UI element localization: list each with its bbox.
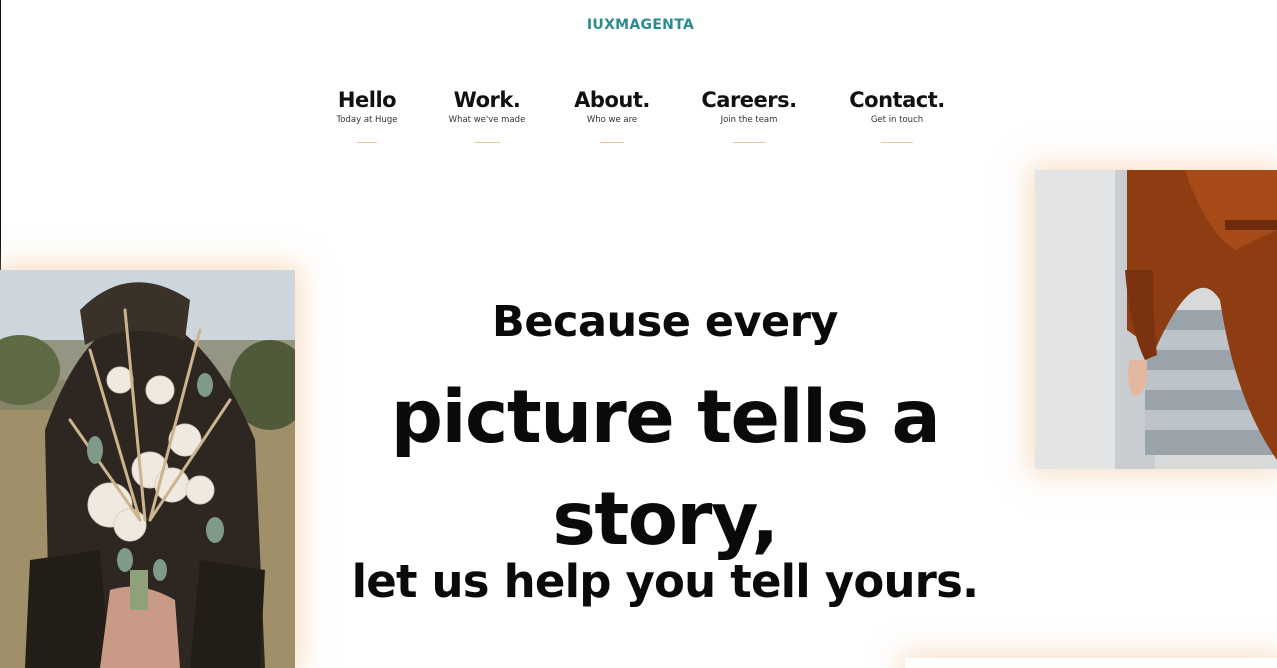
nav-item-underline <box>881 142 913 143</box>
stairs-photo <box>1035 170 1277 469</box>
nav-item-work[interactable]: Work. What we've made <box>447 88 527 143</box>
stairs-photo-illustration <box>1035 170 1277 469</box>
page: IUXMAGENTA Hello Today at Huge Work. Wha… <box>0 0 1277 668</box>
nav-item-label: Contact. <box>849 88 945 112</box>
nav-item-about[interactable]: About. Who we are <box>574 88 650 143</box>
nav-item-underline <box>732 142 766 143</box>
nav-item-sublabel: Who we are <box>586 115 638 125</box>
bouquet-photo <box>0 270 295 668</box>
nav-item-contact[interactable]: Contact. Get in touch <box>847 88 947 143</box>
nav-item-sublabel: Join the team <box>720 115 778 125</box>
bouquet-photo-illustration <box>0 270 295 668</box>
hero-headline-line-1: Because every <box>492 296 838 347</box>
nav-item-underline <box>357 142 377 143</box>
nav-item-underline <box>600 142 624 143</box>
nav-item-sublabel: What we've made <box>448 115 526 125</box>
nav-item-label: Hello <box>337 88 397 112</box>
nav-item-label: About. <box>574 88 650 112</box>
brand-logo[interactable]: IUXMAGENTA <box>0 17 1277 33</box>
nav-item-underline <box>474 142 500 143</box>
nav-item-label: Work. <box>453 88 521 112</box>
nav-item-label: Careers. <box>701 88 797 112</box>
hero-headline-line-3: story, <box>552 476 779 562</box>
nav-item-sublabel: Today at Huge <box>336 115 398 125</box>
bottom-photo-edge <box>905 658 1277 668</box>
nav-item-hello[interactable]: Hello Today at Huge <box>336 88 398 143</box>
hero-headline-line-2: picture tells a <box>390 374 941 460</box>
nav-item-careers[interactable]: Careers. Join the team <box>699 88 799 143</box>
nav-item-sublabel: Get in touch <box>870 115 924 125</box>
hero-tagline: let us help you tell yours. <box>351 555 980 609</box>
